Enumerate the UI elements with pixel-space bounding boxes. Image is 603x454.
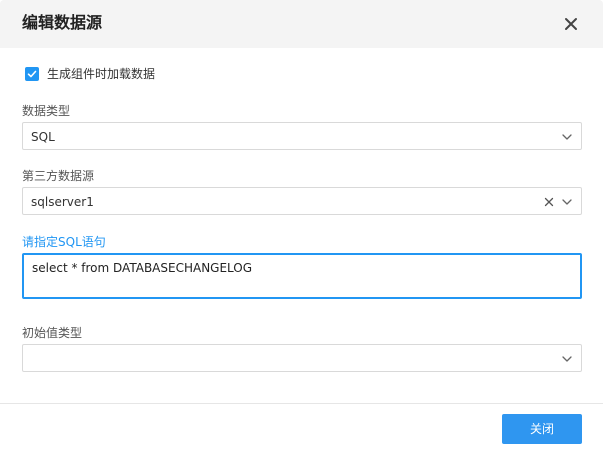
clear-icon[interactable] [543,196,555,208]
dialog-title: 编辑数据源 [22,13,103,32]
sql-label: 请指定SQL语句 [22,235,106,249]
dialog-header: 编辑数据源 [0,0,603,48]
close-button[interactable]: 关闭 [502,414,582,444]
dialog-footer: 关闭 [0,403,603,454]
data-type-select[interactable]: SQL [22,122,582,150]
chevron-down-icon [562,134,572,140]
initial-value-type-label: 初始值类型 [22,326,83,340]
close-icon[interactable] [561,14,581,34]
chevron-down-icon [562,199,572,205]
third-party-source-select[interactable]: sqlserver1 [22,187,582,215]
data-type-label: 数据类型 [22,104,71,118]
initial-value-type-select[interactable] [22,344,582,372]
load-on-generate-option[interactable]: 生成组件时加载数据 [25,66,155,82]
sql-textarea[interactable]: select * from DATABASECHANGELOG [22,253,582,299]
load-on-generate-checkbox[interactable] [25,67,39,81]
dialog-body: 生成组件时加载数据 数据类型 SQL 第三方数据源 sqlserver1 请指定… [0,48,603,403]
load-on-generate-label: 生成组件时加载数据 [47,67,156,81]
edit-datasource-dialog: 编辑数据源 生成组件时加载数据 数据类型 SQL 第三方数据源 sqlserve [0,0,603,454]
third-party-source-value: sqlserver1 [31,195,94,209]
third-party-source-label: 第三方数据源 [22,169,95,183]
data-type-value: SQL [31,130,55,144]
chevron-down-icon [562,356,572,362]
checkmark-icon [27,70,37,78]
